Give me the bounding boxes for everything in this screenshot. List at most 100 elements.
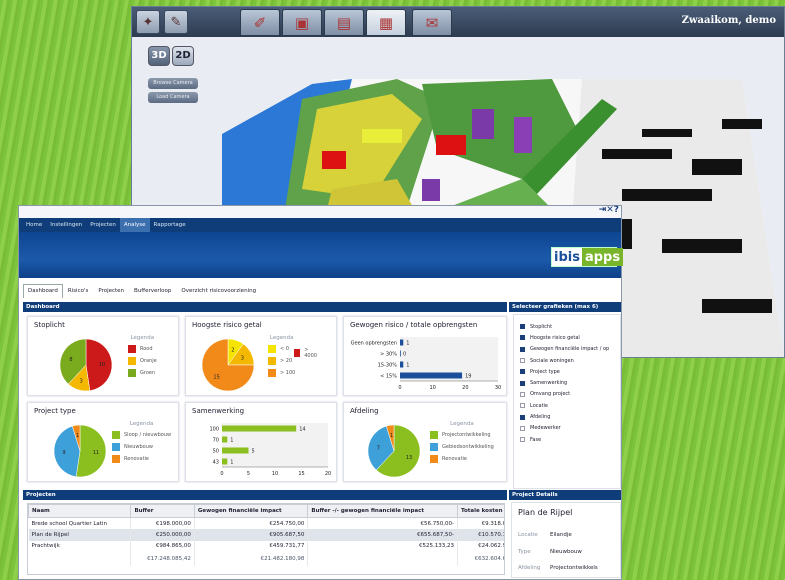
chart-panel-afdeling: Afdeling 13 7 1 Legenda Projectontwikkeling… (343, 402, 507, 482)
chart-checkbox-item[interactable]: Samenwerking (514, 377, 620, 388)
legend-label: Rood (140, 346, 153, 352)
bar[interactable] (400, 339, 404, 346)
tab-projecten[interactable]: Projecten (93, 284, 129, 298)
bar[interactable] (400, 361, 404, 368)
table-cell: Brede school Quartier Latin (28, 517, 132, 529)
tab-3d-city-icon[interactable]: ▦ (366, 9, 406, 36)
category-label: 50 (213, 449, 219, 455)
detail-row: MedewerkerBoelwe der Kie (518, 577, 620, 578)
chart-checkbox-item[interactable]: Project type (514, 366, 620, 377)
table-row[interactable]: Prachtwijk €984.865,00 €459.731,77 €525.133… (28, 540, 504, 552)
chart-checkbox-item[interactable]: Stoplicht (514, 321, 620, 332)
tab-photo-icon[interactable]: ▣ (282, 9, 322, 36)
category-label: 43 (213, 460, 219, 466)
table-cell: €10.570.181,00 (457, 529, 504, 541)
table-row[interactable]: Plan de Rijpel €250.000,00 €905.687,50 €655… (28, 529, 504, 541)
chart-checkbox-item[interactable]: Afdeling (514, 411, 620, 422)
checkbox-label: Locatie (530, 402, 548, 409)
nav-home[interactable]: Home (22, 218, 46, 232)
column-header[interactable]: Buffer (130, 504, 195, 518)
view-3d-button[interactable]: 3D (148, 46, 170, 66)
checkbox[interactable] (520, 437, 525, 443)
nav-analyse[interactable]: Analyse (119, 218, 150, 232)
checkbox-label: Omvang project (530, 391, 571, 398)
chart-checkbox-item[interactable]: Omvang project (514, 389, 620, 400)
table-cell: €198.000,00 (130, 517, 195, 529)
legend-item: Renovatie (430, 455, 494, 463)
legend-item: > 100 (268, 369, 295, 377)
chart-checkbox-item[interactable]: Medewerker (514, 423, 620, 434)
chart-checkbox-item[interactable]: Sociale woningen (514, 355, 620, 366)
dashboard-header: Dashboard (23, 302, 507, 312)
checkbox[interactable] (520, 380, 525, 386)
column-header[interactable]: Totale kosten (457, 504, 504, 518)
pie-slice-sloop-nieuwbouw[interactable] (75, 424, 107, 478)
table-cell: €984.865,00 (130, 540, 195, 552)
detail-label: Locatie (518, 532, 538, 539)
checkbox[interactable] (520, 324, 525, 330)
nav-rapportage[interactable]: Rapportage (150, 218, 190, 232)
legend-item: > 20 (268, 357, 295, 365)
toolbox-icon[interactable]: ✦ (136, 10, 160, 34)
legend-item: > 4000 (294, 347, 319, 359)
chart-checkbox-item[interactable]: Fase (514, 434, 620, 445)
table-row[interactable]: Brede school Quartier Latin €198.000,00 €2… (28, 517, 504, 529)
chart-title: Stoplicht (34, 321, 65, 329)
window-controls-icon[interactable]: ⇥✕? (599, 205, 619, 215)
checkbox[interactable] (520, 414, 525, 420)
tick-label: 0 (398, 385, 401, 391)
slice-label: 9 (62, 450, 65, 456)
legend-item: Groen (128, 369, 157, 377)
tick-label: 5 (247, 471, 250, 477)
detail-label: Type (518, 548, 531, 555)
checkbox[interactable] (520, 335, 525, 341)
checkbox[interactable] (520, 425, 525, 431)
checkbox[interactable] (520, 403, 525, 409)
column-header[interactable]: Gewogen financiële impact (193, 504, 309, 518)
chart-checkbox-item[interactable]: Gewogen financiële impact / op (514, 344, 620, 355)
pie-chart: 10 3 8 (59, 338, 113, 392)
column-header[interactable]: Naam (28, 504, 132, 518)
browse-camera-button[interactable]: Browse Camera (148, 78, 198, 89)
nav-projecten[interactable]: Projecten (86, 218, 120, 232)
bar[interactable] (400, 372, 463, 379)
tick-label: 20 (462, 385, 468, 391)
checkbox[interactable] (520, 391, 525, 397)
chart-checkbox-item[interactable]: Locatie (514, 400, 620, 411)
slice-label: 11 (93, 450, 99, 456)
table-cell: €9.318.000,00 (457, 517, 504, 529)
bar[interactable] (222, 425, 297, 432)
tick-label: 15 (298, 471, 304, 477)
legend: Legenda < 0 > 20 > 100 > 4000 (268, 335, 317, 381)
tab-dashboard[interactable]: Dashboard (23, 284, 63, 298)
bar[interactable] (222, 447, 249, 454)
slice-label: 8 (69, 357, 72, 363)
load-camera-button[interactable]: Load Camera (148, 92, 198, 103)
tab-overzicht[interactable]: Overzicht risicovoorziening (176, 284, 261, 298)
view-2d-button[interactable]: 2D (172, 46, 194, 66)
checkbox[interactable] (520, 369, 525, 375)
checkbox[interactable] (520, 358, 525, 364)
tab-book-icon[interactable]: ▤ (324, 9, 364, 36)
wrench-icon[interactable]: ✎ (164, 10, 188, 34)
tab-bufferverloop[interactable]: Bufferverloop (129, 284, 176, 298)
tab-design-icon[interactable]: ✐ (240, 9, 280, 36)
chart-checkbox-item[interactable]: Hoogste risico getal (514, 332, 620, 343)
checkbox[interactable] (520, 346, 525, 352)
legend-title: Legenda (450, 421, 474, 427)
table-cell: Plan de Rijpel (28, 529, 132, 541)
column-header[interactable]: Buffer -/- gewogen financiële impact (307, 504, 458, 518)
nav-instellingen[interactable]: Instellingen (46, 218, 86, 232)
tab-document-icon[interactable]: ✉ (412, 9, 452, 36)
tick-label: 20 (325, 471, 331, 477)
bar[interactable] (222, 458, 228, 465)
category-label: 15-30% (378, 363, 398, 369)
tab-risicos[interactable]: Risico's (63, 284, 94, 298)
legend-label: > 100 (280, 370, 296, 376)
bar[interactable] (400, 350, 401, 357)
legend-label: Gebiedsontwikkeling (442, 444, 494, 450)
bar[interactable] (222, 436, 228, 443)
legend-swatch (128, 345, 136, 353)
total-cell: €17.248.085,42 (130, 552, 195, 566)
select-charts-list: Stoplicht Hoogste risico getal Gewogen fin… (513, 314, 621, 489)
